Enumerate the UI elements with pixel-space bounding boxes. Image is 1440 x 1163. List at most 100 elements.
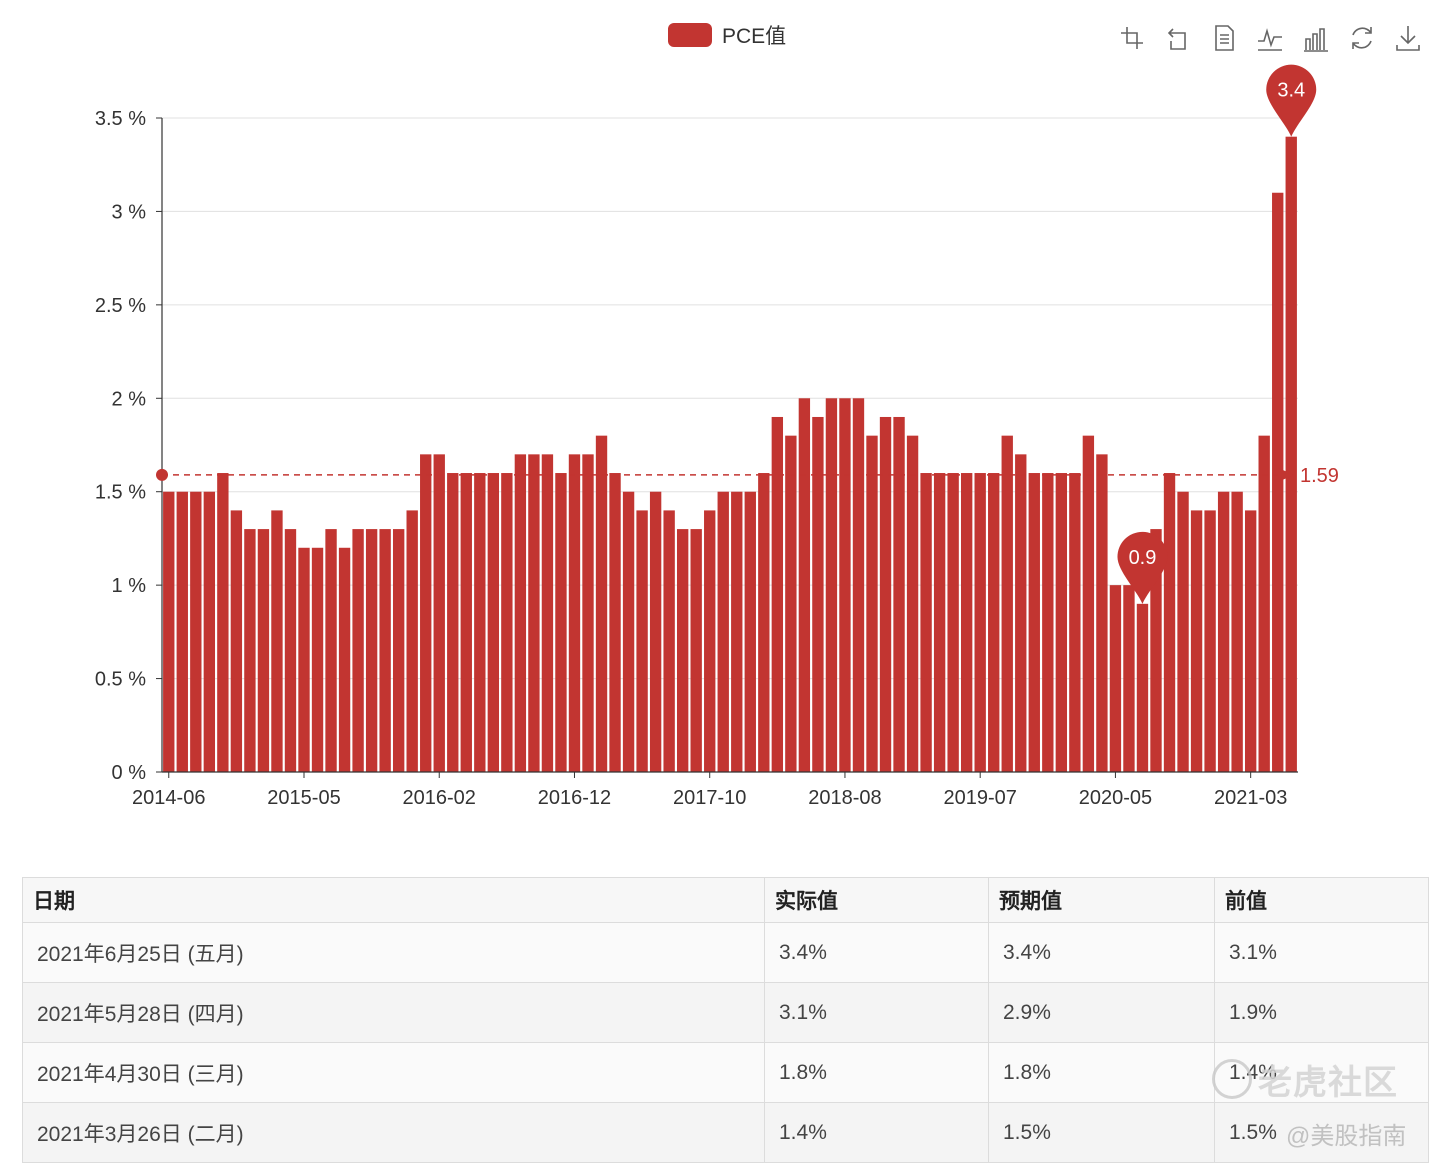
bar: [433, 454, 445, 772]
bar: [636, 510, 648, 772]
bar: [960, 473, 973, 772]
table-row: 2021年3月26日 (二月) 1.4% 1.5% 1.5%: [22, 1102, 1429, 1163]
bar: [1028, 473, 1040, 772]
bar: [731, 491, 743, 772]
bar: [1163, 473, 1176, 772]
zoom-icon[interactable]: [1116, 22, 1148, 54]
cell-previous: 3.1%: [1214, 922, 1429, 983]
legend[interactable]: PCE值: [668, 20, 786, 50]
table-header-row: 日期 实际值 预期值 前值: [22, 877, 1429, 923]
cell-date: 2021年3月26日 (二月): [22, 1102, 765, 1163]
chart-canvas: 0 % 0.5 % 1 % 1.5 % 2 % 2.5 % 3 % 3.5 % 2014-06 2…: [95, 64, 1339, 809]
bar: [271, 510, 283, 772]
cell-date: 2021年5月28日 (四月): [22, 982, 765, 1043]
min-mark-label: 0.9: [1129, 547, 1157, 569]
header-actual: 实际值: [764, 877, 989, 923]
restore-icon[interactable]: [1346, 22, 1378, 54]
y-tick-label: 1.5 %: [95, 482, 146, 504]
bar: [798, 398, 811, 772]
bar: [555, 473, 567, 772]
bar: [582, 454, 594, 772]
y-tick-label: 3 %: [112, 201, 147, 223]
x-tick-label: 2020-05: [1079, 787, 1152, 809]
bar: [1136, 603, 1149, 772]
bar: [365, 529, 378, 772]
y-tick-label: 0.5 %: [95, 669, 146, 691]
table-row: 2021年4月30日 (三月) 1.8% 1.8% 1.4%: [22, 1042, 1429, 1103]
pce-chart: 0 % 0.5 % 1 % 1.5 % 2 % 2.5 % 3 % 3.5 % 2014-06 2…: [0, 0, 1440, 830]
bar: [176, 491, 188, 772]
y-tick-label: 3.5 %: [95, 108, 146, 130]
cell-actual: 1.4%: [764, 1102, 989, 1163]
bar: [717, 491, 729, 772]
x-tick-label: 2014-06: [132, 787, 205, 809]
cell-actual: 1.8%: [764, 1042, 989, 1103]
data-view-icon[interactable]: [1208, 22, 1240, 54]
cell-forecast: 2.9%: [988, 982, 1215, 1043]
x-tick-label: 2018-08: [808, 787, 881, 809]
bar: [676, 529, 689, 772]
download-icon[interactable]: [1392, 22, 1424, 54]
bar: [785, 435, 797, 772]
legend-swatch: [668, 23, 712, 47]
cell-date: 2021年4月30日 (三月): [22, 1042, 765, 1103]
bar: [812, 416, 824, 772]
bar: [1109, 585, 1122, 772]
toolbox: [1116, 22, 1424, 54]
bar: [1123, 585, 1135, 772]
bar: [528, 454, 540, 772]
bar: [866, 435, 878, 772]
y-tick-label: 0 %: [112, 762, 147, 784]
bar: [1244, 510, 1257, 772]
bar: [974, 473, 986, 772]
bar: [230, 510, 243, 772]
cell-previous: 1.5%: [1214, 1102, 1429, 1163]
bar: [325, 529, 337, 772]
zoom-reset-icon[interactable]: [1162, 22, 1194, 54]
bar: [1190, 510, 1203, 772]
bar: [744, 491, 756, 772]
bar: [839, 398, 851, 772]
bar: [879, 416, 892, 772]
bar: [1015, 454, 1027, 772]
bar: [690, 529, 702, 772]
cell-forecast: 3.4%: [988, 922, 1215, 983]
bar: [1231, 491, 1243, 772]
cell-actual: 3.1%: [764, 982, 989, 1043]
bar: [1285, 136, 1297, 772]
bar: [203, 491, 216, 772]
bar: [568, 454, 581, 772]
bar: [1272, 192, 1284, 772]
header-forecast: 预期值: [988, 877, 1215, 923]
bar: [1177, 491, 1189, 772]
bar: [771, 416, 784, 772]
bar: [338, 547, 351, 772]
max-mark-label: 3.4: [1277, 80, 1305, 102]
bar: [420, 454, 432, 772]
bar: [1001, 435, 1013, 772]
y-tick-label: 2.5 %: [95, 295, 146, 317]
x-tick-label: 2016-12: [538, 787, 611, 809]
bar: [1055, 473, 1068, 772]
bar-chart-icon[interactable]: [1300, 22, 1332, 54]
line-chart-icon[interactable]: [1254, 22, 1286, 54]
y-tick-label: 1 %: [112, 575, 147, 597]
bar: [406, 510, 418, 772]
bar: [541, 454, 554, 772]
bar: [352, 529, 364, 772]
cell-previous: 1.4%: [1214, 1042, 1429, 1103]
bar: [190, 491, 202, 772]
y-tick-label: 2 %: [112, 388, 147, 410]
table-row: 2021年6月25日 (五月) 3.4% 3.4% 3.1%: [22, 922, 1429, 983]
bar: [460, 473, 472, 772]
bar: [906, 435, 919, 772]
bar: [1082, 435, 1095, 772]
x-tick-label: 2015-05: [267, 787, 340, 809]
bar: [163, 491, 175, 772]
bar: [244, 529, 256, 772]
bar: [487, 473, 500, 772]
bar: [988, 473, 1000, 772]
bar: [284, 529, 297, 772]
x-tick-label: 2016-02: [403, 787, 476, 809]
bar: [392, 529, 405, 772]
